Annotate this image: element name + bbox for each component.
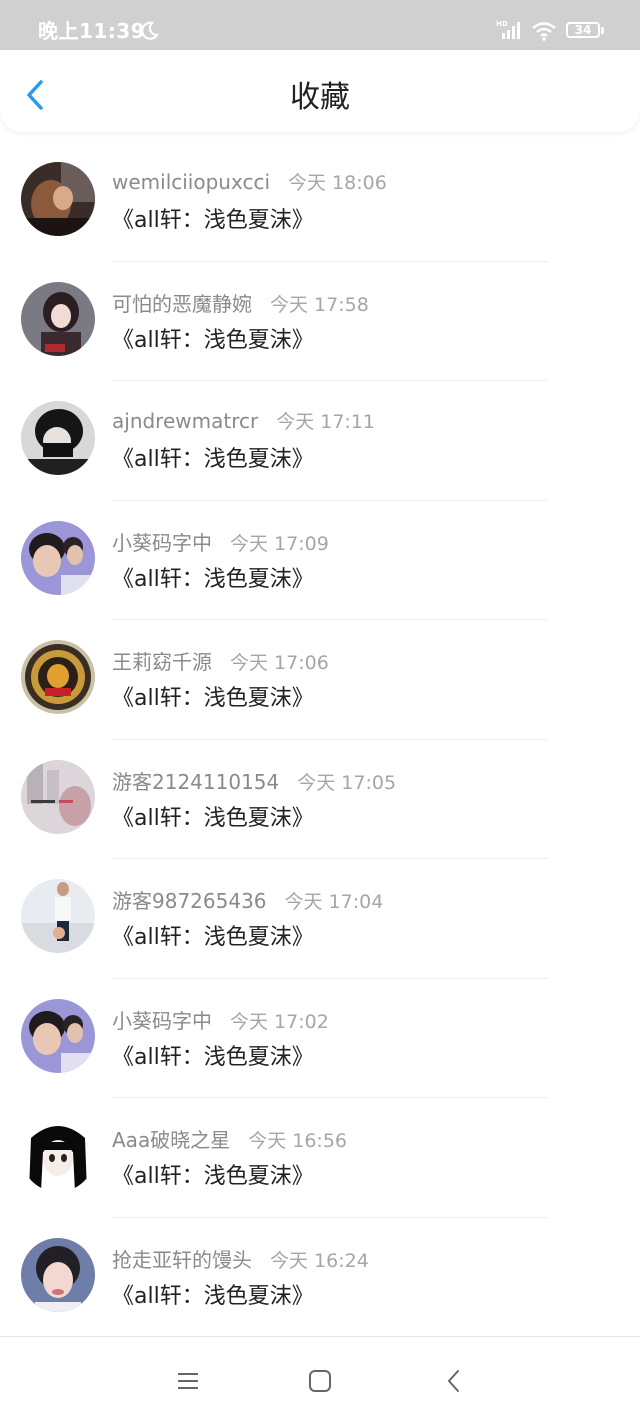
item-meta: 小葵码字中 今天 17:02	[112, 1005, 329, 1034]
username[interactable]: 小葵码字中	[112, 531, 212, 555]
favorites-list: wemilciiopuxcci 今天 18:06 《all轩：浅色夏沫》 可怕的恶…	[0, 142, 640, 1337]
item-meta: 游客987265436 今天 17:04	[112, 885, 383, 914]
timestamp: 今天 17:06	[230, 652, 329, 674]
avatar[interactable]	[21, 401, 95, 475]
network-label: HD	[496, 20, 508, 28]
avatar[interactable]	[21, 879, 95, 953]
battery-icon: 34	[566, 22, 606, 40]
item-title[interactable]: 《all轩：浅色夏沫》	[112, 800, 314, 832]
item-title[interactable]: 《all轩：浅色夏沫》	[112, 561, 314, 593]
list-item[interactable]: Aaa破晓之星 今天 16:56 《all轩：浅色夏沫》	[0, 1098, 640, 1218]
avatar[interactable]	[21, 1118, 95, 1192]
username[interactable]: 游客2124110154	[112, 770, 279, 794]
item-title[interactable]: 《all轩：浅色夏沫》	[112, 680, 314, 712]
list-item[interactable]: 游客987265436 今天 17:04 《all轩：浅色夏沫》	[0, 859, 640, 979]
header-bar: 收藏	[0, 50, 640, 132]
list-item[interactable]: 抢走亚轩的馒头 今天 16:24 《all轩：浅色夏沫》	[0, 1218, 640, 1337]
avatar[interactable]	[21, 281, 95, 356]
list-item[interactable]: 可怕的恶魔静婉 今天 17:58 《all轩：浅色夏沫》	[0, 262, 640, 381]
item-meta: 小葵码字中 今天 17:09	[112, 527, 329, 556]
item-title[interactable]: 《all轩：浅色夏沫》	[112, 202, 314, 234]
item-meta: 游客2124110154 今天 17:05	[112, 766, 396, 795]
wifi-icon	[531, 21, 557, 46]
status-bar: 晚上11:39 HD 34	[0, 0, 640, 50]
username[interactable]: ajndrewmatrcr	[112, 409, 258, 433]
avatar[interactable]	[21, 759, 95, 834]
username[interactable]: 抢走亚轩的馒头	[112, 1248, 252, 1272]
home-button[interactable]	[306, 1367, 334, 1395]
moon-icon	[138, 20, 160, 47]
timestamp: 今天 17:05	[297, 771, 397, 794]
item-meta: 抢走亚轩的馒头 今天 16:24	[112, 1244, 369, 1273]
signal-icon: HD	[496, 20, 524, 45]
list-item[interactable]: ajndrewmatrcr 今天 17:11 《all轩：浅色夏沫》	[0, 381, 640, 501]
username[interactable]: 王莉窈千源	[112, 650, 212, 674]
username[interactable]: 游客987265436	[112, 889, 267, 913]
timestamp: 今天 16:24	[270, 1249, 369, 1272]
item-meta: ajndrewmatrcr 今天 17:11	[112, 407, 375, 434]
menu-icon	[178, 1373, 198, 1389]
item-title[interactable]: 《all轩：浅色夏沫》	[112, 441, 314, 473]
item-title[interactable]: 《all轩：浅色夏沫》	[112, 1158, 314, 1190]
system-nav-bar	[0, 1336, 640, 1423]
list-item[interactable]: 小葵码字中 今天 17:09 《all轩：浅色夏沫》	[0, 501, 640, 620]
list-item[interactable]: 小葵码字中 今天 17:02 《all轩：浅色夏沫》	[0, 979, 640, 1098]
username[interactable]: 小葵码字中	[112, 1009, 212, 1033]
item-meta: 王莉窈千源 今天 17:06	[112, 646, 329, 675]
page-title: 收藏	[290, 80, 350, 115]
timestamp: 今天 17:02	[230, 1010, 329, 1033]
username[interactable]: Aaa破晓之星	[112, 1128, 230, 1152]
system-back-button[interactable]	[440, 1367, 468, 1395]
item-title[interactable]: 《all轩：浅色夏沫》	[112, 919, 314, 951]
avatar[interactable]	[21, 1237, 95, 1312]
avatar[interactable]	[21, 162, 95, 236]
username[interactable]: 可怕的恶魔静婉	[112, 292, 252, 316]
avatar[interactable]	[21, 998, 95, 1073]
timestamp: 今天 16:56	[248, 1130, 347, 1152]
battery-level: 34	[566, 22, 600, 38]
item-title[interactable]: 《all轩：浅色夏沫》	[112, 1039, 314, 1071]
list-item[interactable]: 游客2124110154 今天 17:05 《all轩：浅色夏沫》	[0, 740, 640, 859]
timestamp: 今天 17:09	[230, 532, 329, 555]
back-triangle-icon	[448, 1370, 459, 1392]
list-item[interactable]: 王莉窈千源 今天 17:06 《all轩：浅色夏沫》	[0, 620, 640, 740]
home-square-icon	[309, 1370, 331, 1392]
avatar[interactable]	[21, 640, 95, 714]
item-meta: Aaa破晓之星 今天 16:56	[112, 1124, 347, 1153]
timestamp: 今天 17:11	[276, 411, 376, 433]
timestamp: 今天 17:58	[270, 293, 369, 316]
timestamp: 今天 18:06	[288, 172, 387, 194]
avatar[interactable]	[21, 520, 95, 595]
item-title[interactable]: 《all轩：浅色夏沫》	[112, 1278, 314, 1310]
list-item[interactable]: wemilciiopuxcci 今天 18:06 《all轩：浅色夏沫》	[0, 142, 640, 262]
item-meta: 可怕的恶魔静婉 今天 17:58	[112, 288, 369, 317]
menu-button[interactable]	[174, 1367, 202, 1395]
item-title[interactable]: 《all轩：浅色夏沫》	[112, 322, 314, 354]
item-meta: wemilciiopuxcci 今天 18:06	[112, 168, 387, 195]
timestamp: 今天 17:04	[284, 891, 384, 913]
username[interactable]: wemilciiopuxcci	[112, 170, 270, 194]
